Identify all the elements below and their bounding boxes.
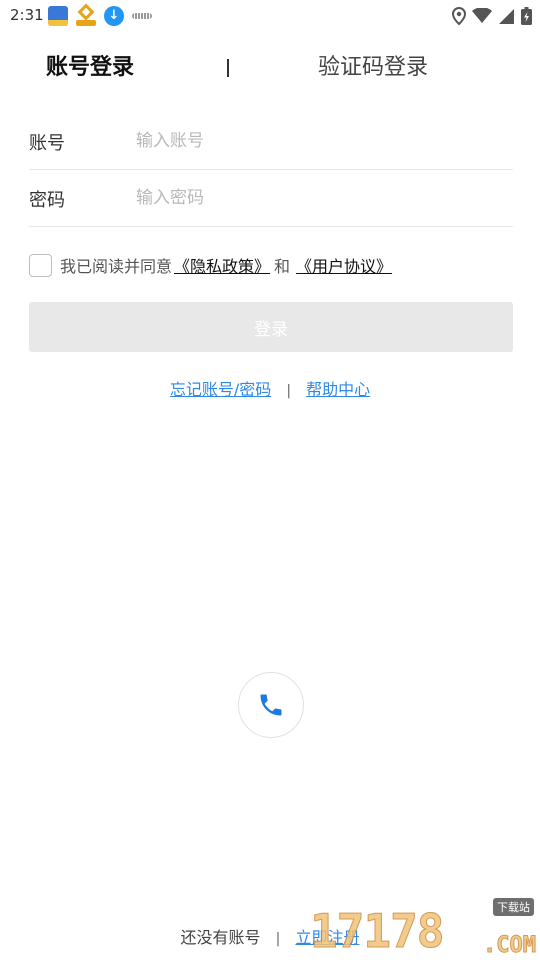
password-label: 密码: [29, 190, 65, 211]
account-label: 账号: [29, 133, 65, 154]
signal-icon: [499, 8, 514, 24]
watermark-logo: 17178 下载站 .COM: [309, 896, 537, 960]
download-icon: ↓: [104, 6, 124, 26]
location-icon: [452, 7, 466, 25]
forgot-password-link[interactable]: 忘记账号/密码: [170, 380, 271, 399]
tab-divider: [227, 59, 229, 77]
app-notification-icon: [48, 6, 68, 26]
login-tabs: 账号登录 验证码登录: [0, 50, 540, 90]
phone-icon: [260, 694, 282, 716]
login-button[interactable]: 登录: [29, 302, 513, 352]
help-separator: |: [286, 383, 292, 399]
password-row: 密码: [29, 170, 513, 227]
tab-sms-login[interactable]: 验证码登录: [318, 50, 428, 86]
password-input[interactable]: [136, 182, 496, 214]
user-agreement-link[interactable]: 《用户协议》: [296, 253, 392, 277]
watermark-number: 17178: [309, 904, 444, 959]
register-separator: |: [275, 931, 281, 947]
status-bar: 2:31 ↓: [0, 0, 540, 32]
help-center-link[interactable]: 帮助中心: [306, 380, 370, 399]
agreement-checkbox[interactable]: [29, 253, 52, 277]
help-links: 忘记账号/密码 | 帮助中心: [0, 376, 540, 400]
app-notification-icon: [132, 13, 152, 19]
account-row: 账号: [29, 113, 513, 170]
app-notification-icon: [76, 3, 96, 26]
battery-icon: [521, 7, 532, 25]
agreement-text: 我已阅读并同意: [60, 257, 173, 276]
status-time: 2:31: [10, 6, 44, 24]
wifi-icon: [472, 8, 492, 23]
watermark-domain: .COM: [483, 933, 537, 959]
agreement-and-text: 和: [274, 257, 291, 276]
watermark-tag: 下载站: [493, 898, 534, 916]
agreement-row: 我已阅读并同意 《隐私政策》 和 《用户协议》: [29, 253, 392, 277]
privacy-policy-link[interactable]: 《隐私政策》: [174, 253, 270, 277]
phone-login-button[interactable]: [238, 672, 304, 738]
tab-account-login[interactable]: 账号登录: [46, 50, 134, 86]
account-input[interactable]: [136, 125, 496, 157]
status-icons: [452, 6, 532, 26]
no-account-text: 还没有账号: [180, 928, 261, 947]
